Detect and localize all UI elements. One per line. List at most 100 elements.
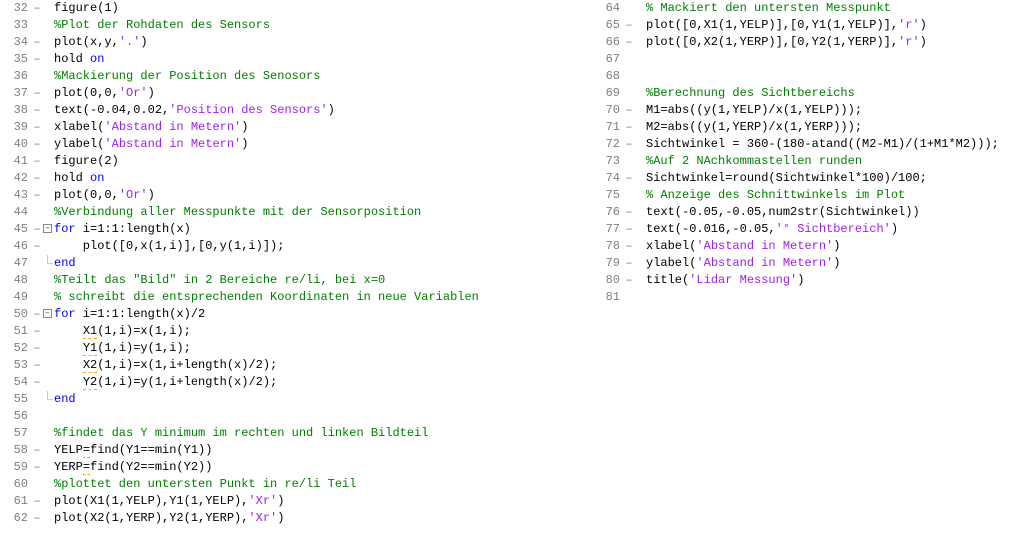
code-text[interactable]: YELP=find(Y1==min(Y1)) <box>54 442 592 459</box>
code-text[interactable]: %Plot der Rohdaten des Sensors <box>54 17 592 34</box>
code-line[interactable]: 49% schreibt die entsprechenden Koordina… <box>0 289 592 306</box>
code-text[interactable]: %plottet den untersten Punkt in re/li Te… <box>54 476 592 493</box>
code-text[interactable]: plot([0,X1(1,YELP)],[0,Y1(1,YELP)],'r') <box>646 17 1018 34</box>
code-line[interactable]: 57%findet das Y minimum im rechten und l… <box>0 425 592 442</box>
code-line[interactable]: 51– X1(1,i)=x(1,i); <box>0 323 592 340</box>
code-text[interactable]: xlabel('Abstand in Metern') <box>646 238 1018 255</box>
code-line[interactable]: 54– Y2(1,i)=y(1,i+length(x)/2); <box>0 374 592 391</box>
code-line[interactable]: 60%plottet den untersten Punkt in re/li … <box>0 476 592 493</box>
code-line[interactable]: 42–hold on <box>0 170 592 187</box>
code-line[interactable]: 53– X2(1,i)=x(1,i+length(x)/2); <box>0 357 592 374</box>
code-line[interactable]: 73%Auf 2 NAchkommastellen runden <box>592 153 1018 170</box>
code-line[interactable]: 35–hold on <box>0 51 592 68</box>
code-line[interactable]: 38–text(-0.04,0.02,'Position des Sensors… <box>0 102 592 119</box>
line-number: 65 <box>592 17 624 34</box>
code-line[interactable]: 78–xlabel('Abstand in Metern') <box>592 238 1018 255</box>
code-text[interactable]: % Mackiert den untersten Messpunkt <box>646 0 1018 17</box>
code-text[interactable]: %Auf 2 NAchkommastellen runden <box>646 153 1018 170</box>
code-text[interactable]: M1=abs((y(1,YELP)/x(1,YELP))); <box>646 102 1018 119</box>
code-text[interactable]: plot(0,0,'Or') <box>54 85 592 102</box>
code-text[interactable]: X1(1,i)=x(1,i); <box>54 323 592 340</box>
fold-toggle-icon[interactable]: – <box>43 224 52 233</box>
line-number: 71 <box>592 119 624 136</box>
code-line[interactable]: 44%Verbindung aller Messpunkte mit der S… <box>0 204 592 221</box>
code-text[interactable]: hold on <box>54 51 592 68</box>
code-line[interactable]: 80–title('Lidar Messung') <box>592 272 1018 289</box>
code-line[interactable]: 75% Anzeige des Schnittwinkels im Plot <box>592 187 1018 204</box>
code-line[interactable]: 39–xlabel('Abstand in Metern') <box>0 119 592 136</box>
code-text[interactable]: %Teilt das "Bild" in 2 Bereiche re/li, b… <box>54 272 592 289</box>
code-line[interactable]: 43–plot(0,0,'Or') <box>0 187 592 204</box>
code-line[interactable]: 68 <box>592 68 1018 85</box>
code-text[interactable]: end <box>54 391 592 408</box>
code-line[interactable]: 32–figure(1) <box>0 0 592 17</box>
code-text[interactable]: hold on <box>54 170 592 187</box>
code-line[interactable]: 71–M2=abs((y(1,YERP)/x(1,YERP))); <box>592 119 1018 136</box>
code-text[interactable]: Sichtwinkel = 360-(180-atand((M2-M1)/(1+… <box>646 136 1018 153</box>
code-text[interactable]: plot(X1(1,YELP),Y1(1,YELP),'Xr') <box>54 493 592 510</box>
code-text[interactable]: M2=abs((y(1,YERP)/x(1,YERP))); <box>646 119 1018 136</box>
code-line[interactable]: 64% Mackiert den untersten Messpunkt <box>592 0 1018 17</box>
code-line[interactable]: 41–figure(2) <box>0 153 592 170</box>
code-line[interactable]: 46– plot([0,x(1,i)],[0,y(1,i)]); <box>0 238 592 255</box>
code-line[interactable]: 50––for i=1:1:length(x)/2 <box>0 306 592 323</box>
code-text[interactable]: %Mackierung der Position des Senosors <box>54 68 592 85</box>
code-text[interactable]: % Anzeige des Schnittwinkels im Plot <box>646 187 1018 204</box>
fold-toggle-icon[interactable]: – <box>43 309 52 318</box>
code-line[interactable]: 47end <box>0 255 592 272</box>
code-line[interactable]: 52– Y1(1,i)=y(1,i); <box>0 340 592 357</box>
code-line[interactable]: 34–plot(x,y,'.') <box>0 34 592 51</box>
code-text[interactable]: %Berechnung des Sichtbereichs <box>646 85 1018 102</box>
code-text[interactable]: xlabel('Abstand in Metern') <box>54 119 592 136</box>
code-text[interactable]: ylabel('Abstand in Metern') <box>646 255 1018 272</box>
code-text[interactable]: YERP=find(Y2==min(Y2)) <box>54 459 592 476</box>
code-line[interactable]: 69%Berechnung des Sichtbereichs <box>592 85 1018 102</box>
code-text[interactable]: %Verbindung aller Messpunkte mit der Sen… <box>54 204 592 221</box>
code-text[interactable]: title('Lidar Messung') <box>646 272 1018 289</box>
code-line[interactable]: 61–plot(X1(1,YELP),Y1(1,YELP),'Xr') <box>0 493 592 510</box>
code-text[interactable]: plot(X2(1,YERP),Y2(1,YERP),'Xr') <box>54 510 592 527</box>
code-line[interactable]: 37–plot(0,0,'Or') <box>0 85 592 102</box>
code-text[interactable]: plot([0,X2(1,YERP)],[0,Y2(1,YERP)],'r') <box>646 34 1018 51</box>
code-line[interactable]: 77–text(-0.016,-0.05,'° Sichtbereich') <box>592 221 1018 238</box>
code-text[interactable]: figure(1) <box>54 0 592 17</box>
code-text[interactable]: Sichtwinkel=round(Sichtwinkel*100)/100; <box>646 170 1018 187</box>
code-line[interactable]: 33%Plot der Rohdaten des Sensors <box>0 17 592 34</box>
code-text[interactable]: for i=1:1:length(x)/2 <box>54 306 592 323</box>
code-text[interactable]: ylabel('Abstand in Metern') <box>54 136 592 153</box>
code-line[interactable]: 56 <box>0 408 592 425</box>
code-line[interactable]: 48%Teilt das "Bild" in 2 Bereiche re/li,… <box>0 272 592 289</box>
breakpoint-dash: – <box>32 442 42 459</box>
code-line[interactable]: 79–ylabel('Abstand in Metern') <box>592 255 1018 272</box>
code-text[interactable]: end <box>54 255 592 272</box>
code-line[interactable]: 74–Sichtwinkel=round(Sichtwinkel*100)/10… <box>592 170 1018 187</box>
code-text[interactable]: text(-0.016,-0.05,'° Sichtbereich') <box>646 221 1018 238</box>
code-line[interactable]: 45––for i=1:1:length(x) <box>0 221 592 238</box>
code-line[interactable]: 58–YELP=find(Y1==min(Y1)) <box>0 442 592 459</box>
code-line[interactable]: 81 <box>592 289 1018 306</box>
code-line[interactable]: 59–YERP=find(Y2==min(Y2)) <box>0 459 592 476</box>
code-text[interactable]: plot(0,0,'Or') <box>54 187 592 204</box>
code-text[interactable]: %findet das Y minimum im rechten und lin… <box>54 425 592 442</box>
code-line[interactable]: 62–plot(X2(1,YERP),Y2(1,YERP),'Xr') <box>0 510 592 527</box>
code-line[interactable]: 55end <box>0 391 592 408</box>
code-text[interactable]: X2(1,i)=x(1,i+length(x)/2); <box>54 357 592 374</box>
code-line[interactable]: 76–text(-0.05,-0.05,num2str(Sichtwinkel)… <box>592 204 1018 221</box>
code-text[interactable]: plot(x,y,'.') <box>54 34 592 51</box>
breakpoint-dash: – <box>32 238 42 255</box>
code-text[interactable]: figure(2) <box>54 153 592 170</box>
code-text[interactable]: Y1(1,i)=y(1,i); <box>54 340 592 357</box>
code-line[interactable]: 67 <box>592 51 1018 68</box>
code-line[interactable]: 72–Sichtwinkel = 360-(180-atand((M2-M1)/… <box>592 136 1018 153</box>
code-text[interactable]: Y2(1,i)=y(1,i+length(x)/2); <box>54 374 592 391</box>
code-line[interactable]: 65–plot([0,X1(1,YELP)],[0,Y1(1,YELP)],'r… <box>592 17 1018 34</box>
code-line[interactable]: 36%Mackierung der Position des Senosors <box>0 68 592 85</box>
code-line[interactable]: 70–M1=abs((y(1,YELP)/x(1,YELP))); <box>592 102 1018 119</box>
code-text[interactable]: for i=1:1:length(x) <box>54 221 592 238</box>
code-line[interactable]: 66–plot([0,X2(1,YERP)],[0,Y2(1,YERP)],'r… <box>592 34 1018 51</box>
code-text[interactable]: text(-0.04,0.02,'Position des Sensors') <box>54 102 592 119</box>
code-text[interactable]: text(-0.05,-0.05,num2str(Sichtwinkel)) <box>646 204 1018 221</box>
code-text[interactable]: % schreibt die entsprechenden Koordinate… <box>54 289 592 306</box>
code-text[interactable]: plot([0,x(1,i)],[0,y(1,i)]); <box>54 238 592 255</box>
code-line[interactable]: 40–ylabel('Abstand in Metern') <box>0 136 592 153</box>
